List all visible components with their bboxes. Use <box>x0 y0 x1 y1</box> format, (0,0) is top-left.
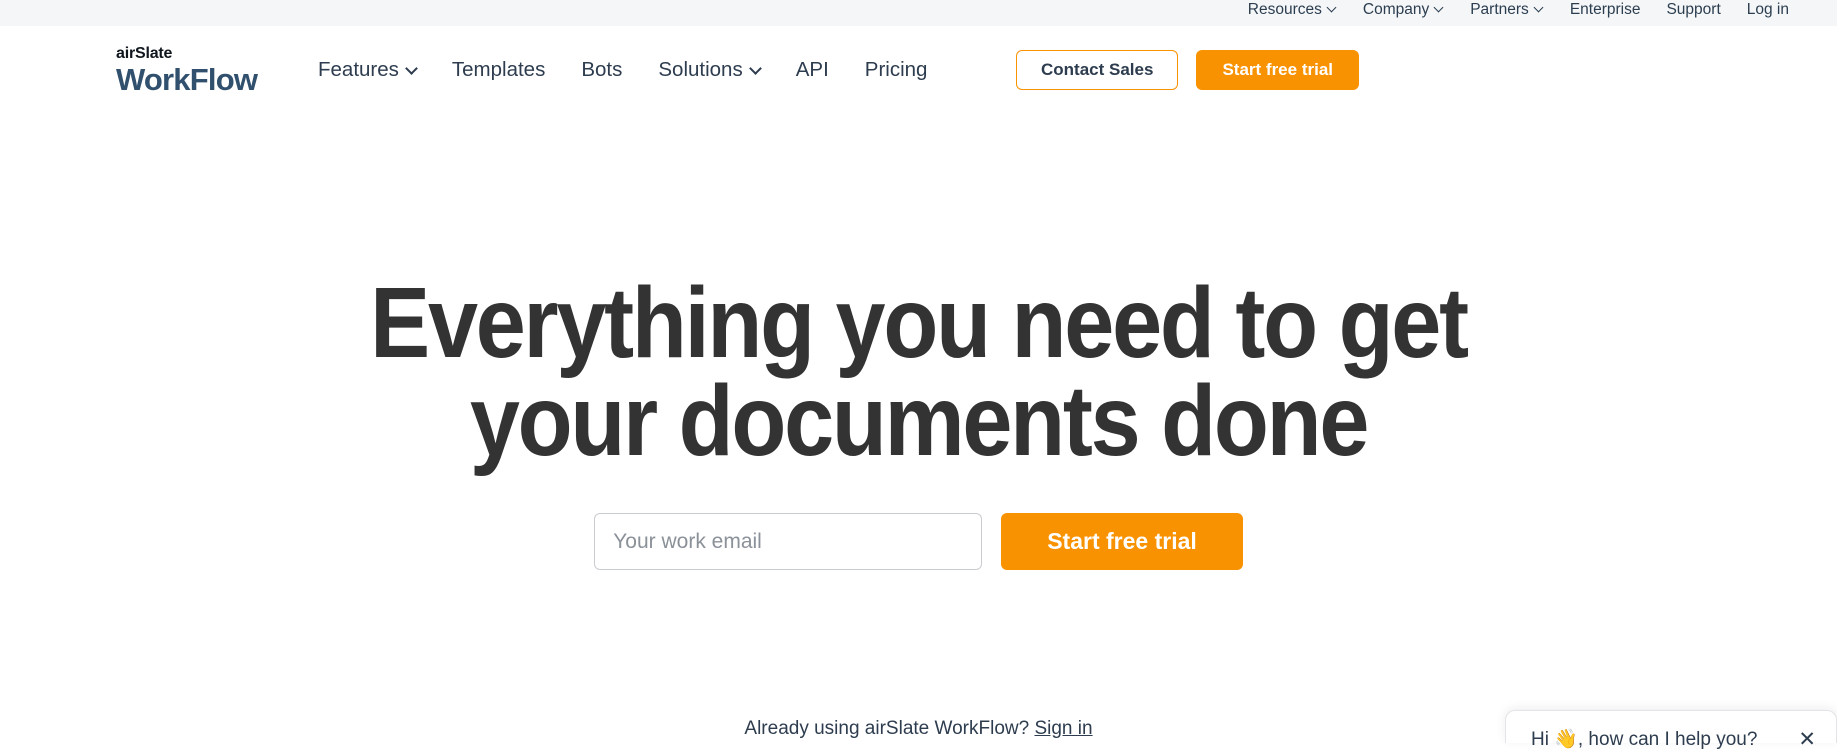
utility-nav-label: Enterprise <box>1569 1 1641 19</box>
hero-signup-form: Start free trial <box>0 513 1837 570</box>
utility-nav-item-company[interactable]: Company <box>1363 2 1444 18</box>
utility-nav-item-login[interactable]: Log in <box>1747 2 1789 18</box>
chevron-down-icon <box>1435 4 1444 13</box>
page-title: Everything you need to get your document… <box>92 267 1745 477</box>
hero-start-free-trial-button[interactable]: Start free trial <box>1001 513 1243 570</box>
nav-item-api[interactable]: API <box>796 58 829 82</box>
nav-item-label: Pricing <box>864 58 928 81</box>
utility-bar: Resources Company Partners Enterprise Su… <box>0 0 1837 26</box>
nav-item-pricing[interactable]: Pricing <box>865 58 928 82</box>
utility-nav: Resources Company Partners Enterprise Su… <box>1248 0 1837 26</box>
hero-section: Everything you need to get your document… <box>0 114 1837 743</box>
utility-nav-label: Partners <box>1470 1 1529 19</box>
utility-nav-label: Support <box>1666 1 1721 19</box>
main-nav: Features Templates Bots Solutions API Pr… <box>318 26 927 114</box>
sign-in-link[interactable]: Sign in <box>1034 718 1092 739</box>
nav-item-solutions[interactable]: Solutions <box>658 58 759 82</box>
nav-item-label: Templates <box>451 58 546 81</box>
hero-title-line-1: Everything you need to get <box>370 267 1469 379</box>
site-logo[interactable]: airSlate WorkFlow <box>116 45 258 97</box>
utility-nav-label: Resources <box>1247 1 1322 19</box>
header-start-free-trial-button[interactable]: Start free trial <box>1196 50 1359 90</box>
contact-sales-button[interactable]: Contact Sales <box>1016 50 1179 90</box>
header-actions: Contact Sales Start free trial <box>1016 26 1837 114</box>
chevron-down-icon <box>407 64 416 73</box>
work-email-input[interactable] <box>594 513 983 570</box>
utility-nav-item-support[interactable]: Support <box>1666 2 1720 18</box>
nav-item-label: Features <box>318 58 399 81</box>
chevron-down-icon <box>1535 4 1544 13</box>
hero-title-line-2: your documents done <box>469 365 1370 477</box>
close-icon[interactable]: ✕ <box>1798 727 1816 752</box>
logo-text-airslate: airSlate <box>116 45 173 62</box>
nav-item-features[interactable]: Features <box>318 58 416 82</box>
chat-widget-message: Hi 👋, how can I help you? <box>1531 729 1758 750</box>
nav-item-label: Bots <box>581 58 623 81</box>
chat-widget[interactable]: Hi 👋, how can I help you? ✕ <box>1505 710 1837 751</box>
utility-nav-label: Company <box>1362 1 1430 19</box>
nav-item-bots[interactable]: Bots <box>581 58 622 82</box>
utility-nav-item-partners[interactable]: Partners <box>1470 2 1544 18</box>
nav-item-templates[interactable]: Templates <box>452 58 545 82</box>
signin-prompt-text: Already using airSlate WorkFlow? <box>744 718 1030 739</box>
utility-nav-label: Log in <box>1746 1 1789 19</box>
logo-text-workflow: WorkFlow <box>116 62 258 97</box>
utility-nav-item-resources[interactable]: Resources <box>1248 2 1337 18</box>
nav-item-label: API <box>795 58 829 81</box>
chevron-down-icon <box>1328 4 1337 13</box>
nav-item-label: Solutions <box>658 58 743 81</box>
main-header: airSlate WorkFlow Features Templates Bot… <box>0 26 1837 114</box>
utility-nav-item-enterprise[interactable]: Enterprise <box>1570 2 1641 18</box>
chevron-down-icon <box>751 64 760 73</box>
